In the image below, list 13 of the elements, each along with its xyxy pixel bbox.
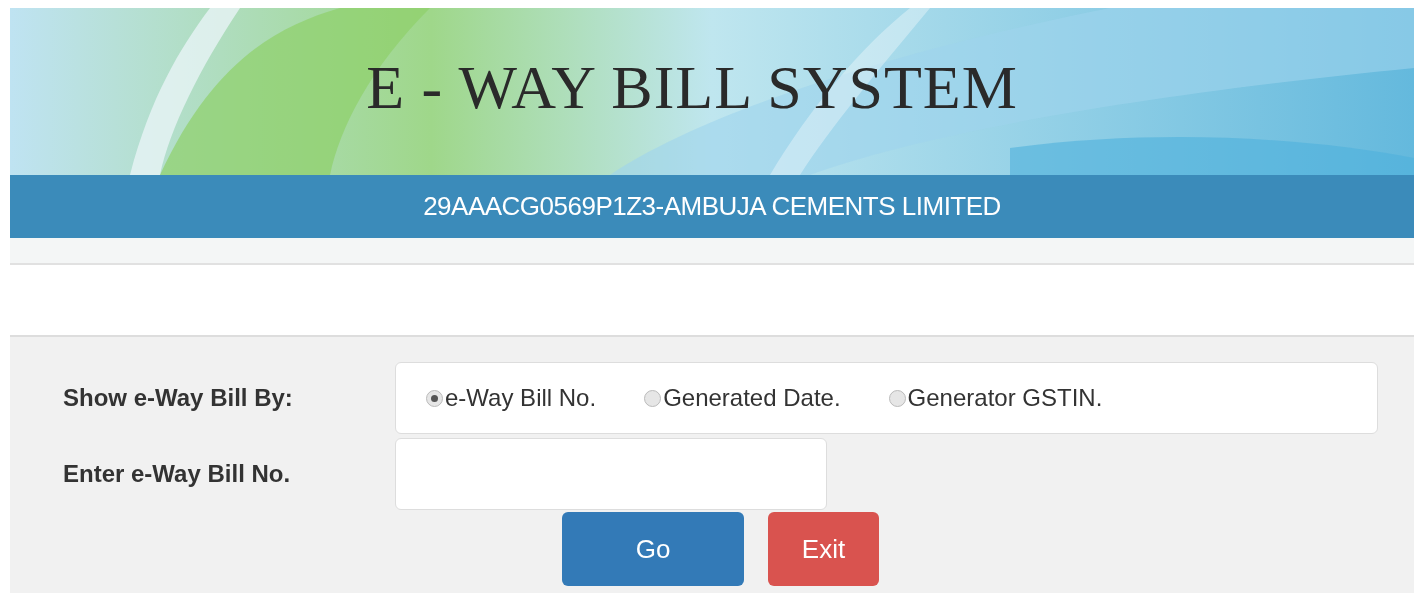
company-name: 29AAACG0569P1Z3-AMBUJA CEMENTS LIMITED (423, 190, 1001, 223)
bill-number-field[interactable] (395, 438, 827, 510)
app-title: E - WAY BILL SYSTEM (366, 52, 1018, 124)
exit-button[interactable]: Exit (768, 512, 879, 586)
radio-option[interactable]: Generated Date. (644, 380, 841, 416)
radio-option[interactable]: e-Way Bill No. (426, 380, 597, 416)
field-label: Enter e-Way Bill No. (62, 459, 292, 489)
radio-button[interactable] (426, 389, 443, 407)
go-button[interactable]: Go (562, 512, 744, 586)
radio-button[interactable] (644, 389, 662, 407)
radio-option[interactable]: Generator GSTIN. (888, 380, 1103, 416)
field-label: Show e-Way Bill By: (62, 383, 294, 413)
radio-button[interactable] (888, 389, 906, 407)
